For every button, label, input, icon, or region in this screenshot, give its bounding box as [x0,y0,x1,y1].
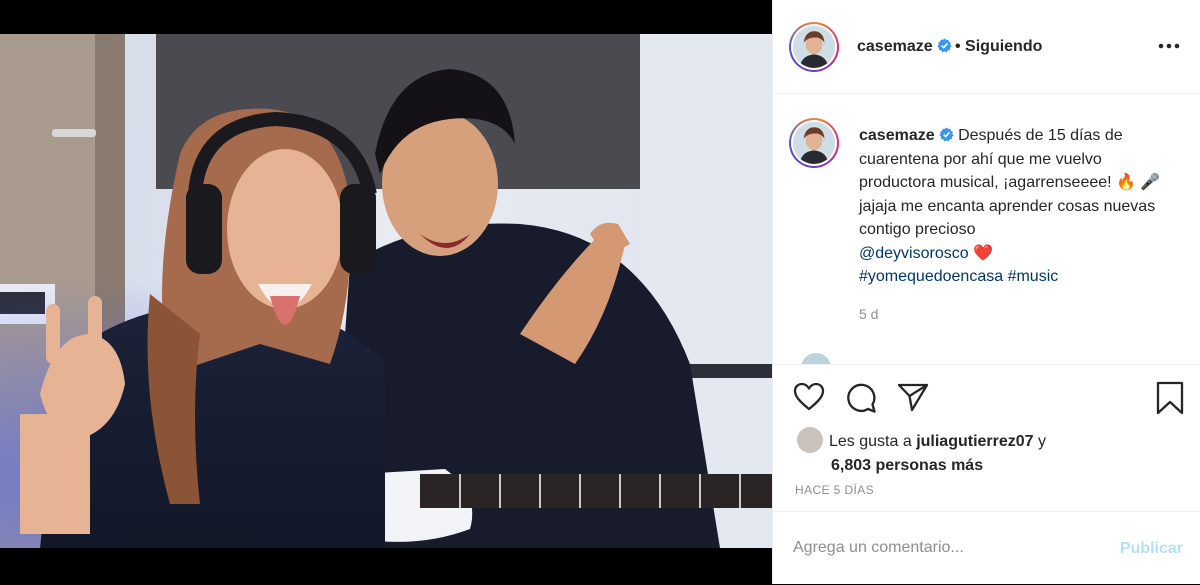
likes-summary: Les gusta a juliagutierrez07 y 6,803 per… [797,427,1177,478]
instagram-post-viewer: casemaze • Siguiendo casemaze Después de… [0,0,1200,584]
share-icon[interactable] [897,382,929,412]
bookmark-icon[interactable] [1155,381,1185,415]
verified-badge-icon [937,38,952,53]
following-button[interactable]: • Siguiendo [955,38,1042,56]
post-side-panel: casemaze • Siguiendo casemaze Después de… [772,0,1200,584]
photo-illustration [0,34,772,548]
heart-icon[interactable] [793,382,825,412]
author-username[interactable]: casemaze [857,38,952,56]
caption-author-avatar[interactable] [789,118,839,168]
caption-avatar-image [793,122,835,164]
hashtag-link-yomequedoencasa[interactable]: #yomequedoencasa [859,268,1003,285]
author-avatar[interactable] [789,22,839,72]
caption-text-block: casemaze Después de 15 días de cuarenten… [859,124,1179,289]
likes-prefix: Les gusta a [829,433,912,450]
mention-link[interactable]: @deyvisorosco [859,245,969,262]
comment-input[interactable] [793,534,1093,562]
likes-count-link[interactable]: 6,803 personas más [797,457,983,474]
liker-username[interactable]: juliagutierrez07 [916,433,1033,450]
post-caption-area: casemaze Después de 15 días de cuarenten… [773,94,1200,364]
post-header: casemaze • Siguiendo [773,0,1200,94]
caption-verified-badge-icon [939,127,954,142]
post-media-pane [0,0,772,584]
hashtag-link-music[interactable]: #music [1008,268,1059,285]
heart-emoji: ❤️ [973,244,993,262]
caption-username[interactable]: casemaze [859,127,935,144]
publish-button[interactable]: Publicar [1120,540,1183,558]
author-username-text[interactable]: casemaze [857,38,933,55]
post-actions-section: Les gusta a juliagutierrez07 y 6,803 per… [773,364,1200,584]
comment-icon[interactable] [845,382,877,414]
comment-form: Publicar [773,511,1200,585]
post-photo[interactable] [0,34,772,548]
liker-avatar[interactable] [797,427,823,453]
comment-avatar-partial[interactable] [801,353,831,364]
caption-time-ago[interactable]: 5 d [859,306,878,322]
likes-suffix: y [1038,433,1047,450]
post-date[interactable]: HACE 5 DÍAS [795,483,874,497]
avatar-image [793,26,835,68]
more-options-icon[interactable] [1157,38,1181,54]
